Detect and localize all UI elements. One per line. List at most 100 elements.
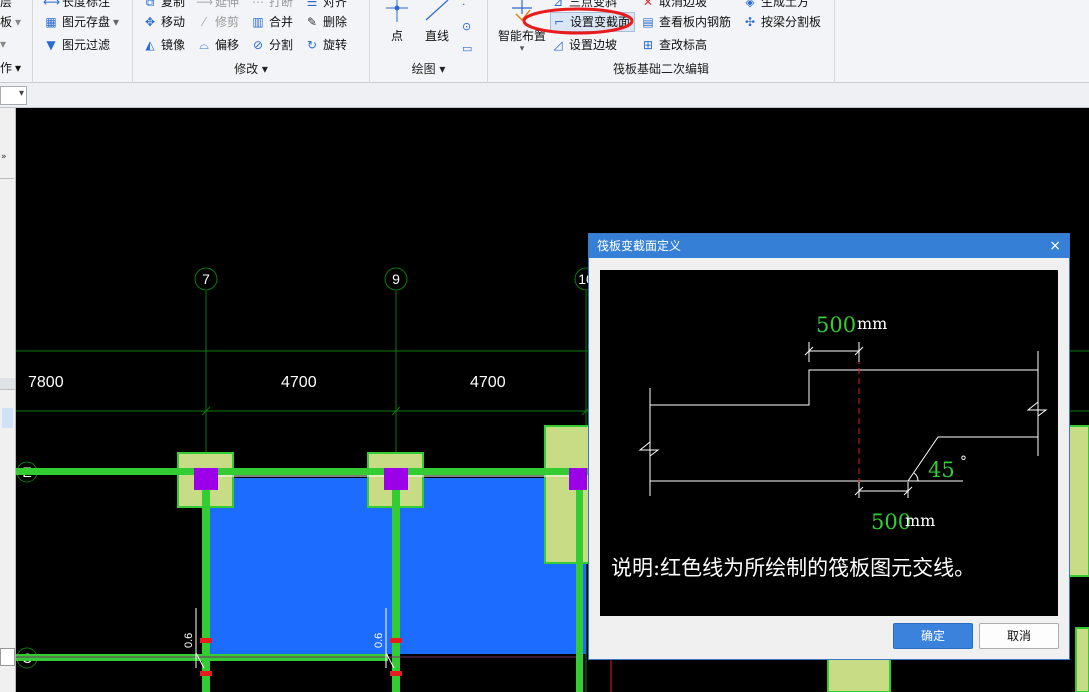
break-symbol-left (638, 441, 660, 457)
layer-combo[interactable]: ▾ (0, 86, 27, 105)
beam-7[interactable] (202, 473, 210, 692)
break-symbol-right (1026, 401, 1048, 417)
chevron-down-icon: ▾ (0, 37, 7, 51)
slab-top-edge (650, 369, 1038, 406)
cancel-slope-icon: ✕ (642, 0, 654, 9)
mirror-icon: ◭ (145, 38, 155, 52)
top-offset-value: 500 (816, 313, 856, 337)
ribbon-group-elements: ⟷ 长度标注 ▦ 图元存盘 ▾ ▼ 图元过滤 (33, 0, 133, 83)
chevron-down-icon: ▾ (15, 61, 22, 75)
raft-group-label: 筏板基础二次编辑 (612, 62, 709, 76)
small-dim-a: 0.6 (183, 633, 195, 648)
beam-E[interactable] (16, 468, 596, 475)
left-panel-strip: » (0, 108, 16, 692)
slope-angle-value: 45 (928, 458, 955, 482)
move-button[interactable]: ✥ 移动 (142, 12, 185, 32)
circle-tool-icon[interactable]: ⊙ (462, 16, 482, 38)
ribbon-group-partial-label[interactable]: 作 ▾ (0, 58, 21, 78)
ribbon-group-raft: 智能布置 ▾ ⊿ 三点变斜 ⌐ 设置变截面 ◿ 设置边坡 ✕ 取消边坡 ▤ 查看板内钢筋 … (488, 0, 835, 83)
move-icon: ✥ (144, 15, 156, 29)
draw-group-label[interactable]: 绘图 ▾ (370, 60, 487, 77)
copy-button[interactable]: ⧉ 复制 (142, 0, 185, 12)
dialog-titlebar[interactable]: 筏板变截面定义 × (589, 234, 1069, 258)
dialog-note: 说明:红色线为所绘制的筏板图元交线。 (611, 556, 975, 580)
length-dim-button[interactable]: ⟷ 长度标注 (43, 0, 110, 12)
chevron-down-icon: ▾ (15, 15, 22, 29)
chevron-down-icon: ▾ (113, 15, 120, 29)
disk-icon: ▦ (45, 15, 57, 29)
merge-icon: ▥ (252, 15, 264, 29)
mirror-button[interactable]: ◭ 镜像 (142, 35, 185, 55)
top-offset-unit: mm (857, 314, 887, 333)
split-by-beam-button[interactable]: ✣ 按梁分割板 (742, 12, 821, 32)
rotate-icon: ↻ (306, 38, 318, 52)
align-button[interactable]: ☰ 对齐 (304, 0, 347, 12)
section-figure: 500 mm 500 mm 45 ° 说明:红色线为所绘制的筏板图元交线。 (611, 313, 1048, 580)
extend-icon: ⟶ (196, 0, 214, 9)
edge-slope-icon: ◿ (553, 38, 563, 52)
ribbon: 层 板 ▾ ▾ 作 ▾ ⟷ 长度标注 ▦ 图元存盘 ▾ ▼ 图元过滤 ⧉ 复制 ✥ 移动 ◭ 镜像… (0, 0, 1089, 83)
edit-elevation-button[interactable]: ⊞ 查改标高 (640, 35, 707, 55)
elevation-icon: ⊞ (642, 38, 654, 52)
highlight-ellipse (522, 7, 634, 35)
column-7E[interactable] (194, 468, 218, 490)
set-edge-slope-button[interactable]: ◿ 设置边坡 (550, 35, 617, 55)
small-dim-b: 0.6 (373, 633, 385, 648)
trim-icon: ⁄ (202, 15, 205, 29)
column-10E[interactable] (569, 468, 587, 490)
offset-button[interactable]: ⌓ 偏移 (196, 35, 239, 55)
save-element-button[interactable]: ▦ 图元存盘 ▾ (43, 12, 119, 32)
rotate-button[interactable]: ↻ 旋转 (304, 35, 347, 55)
ok-button[interactable]: 确定 (893, 623, 973, 649)
variable-section-dialog: 筏板变截面定义 × 500 mm 500 mm 45 ° 说明:红色线为所绘制的… (588, 233, 1070, 660)
break-icon: ⋯ (252, 0, 264, 9)
axis-label-9: 9 (392, 271, 400, 287)
chevron-down-icon: ▾ (261, 62, 268, 76)
extend-button[interactable]: ⟶ 延伸 (196, 0, 239, 12)
chevron-down-icon: ▾ (18, 88, 24, 99)
modify-group-label[interactable]: 修改 ▾ (133, 60, 369, 77)
eraser-icon: ✎ (306, 15, 318, 29)
dim-text-7800: 7800 (28, 374, 64, 391)
ribbon-item-partial-arrow[interactable]: ▾ (0, 34, 6, 54)
rectangle-tool-icon[interactable]: ▭ (462, 38, 482, 60)
split-by-beam-icon: ✣ (744, 15, 756, 29)
ribbon-group-draw: 点 直线 · ⊙ ▭ 绘图 ▾ (370, 0, 488, 83)
ribbon-item-partial-top[interactable]: 层 (0, 0, 12, 12)
dot-tool-icon[interactable]: · (462, 0, 482, 16)
draw-line-button[interactable]: 直线 (420, 0, 454, 44)
cancel-edge-slope-button[interactable]: ✕ 取消边坡 (640, 0, 707, 12)
rebar-icon: ▤ (642, 15, 654, 29)
copy-icon: ⧉ (145, 0, 155, 9)
pedestal-bottom-right[interactable] (1075, 627, 1089, 692)
cancel-button[interactable]: 取消 (979, 623, 1059, 649)
dialog-title: 筏板变截面定义 (597, 239, 682, 253)
beam-9[interactable] (392, 473, 400, 692)
bottom-offset-unit: mm (905, 511, 935, 530)
break-button[interactable]: ⋯ 打断 (250, 0, 293, 12)
dim-text-4700-b: 4700 (470, 374, 506, 391)
dimension-icon: ⟷ (43, 0, 61, 9)
split-icon: ⊘ (252, 38, 264, 52)
merge-button[interactable]: ▥ 合并 (250, 12, 293, 32)
axis-label-7: 7 (202, 271, 210, 287)
expand-icon[interactable]: » (1, 152, 7, 162)
column-9E[interactable] (384, 468, 408, 490)
beam-10[interactable] (576, 473, 583, 692)
left-panel-input[interactable] (0, 648, 15, 666)
split-button[interactable]: ⊘ 分割 (250, 35, 293, 55)
ribbon-item-partial-mid[interactable]: 板 ▾ (0, 12, 21, 32)
view-rebar-button[interactable]: ▤ 查看板内钢筋 (640, 12, 731, 32)
element-filter-button[interactable]: ▼ 图元过滤 (43, 35, 110, 55)
align-icon: ☰ (306, 0, 318, 9)
line-icon (425, 0, 449, 21)
delete-button[interactable]: ✎ 删除 (304, 12, 347, 32)
sub-toolbar (0, 83, 1089, 108)
point-icon (386, 0, 408, 22)
trim-button[interactable]: ⁄ 修剪 (196, 12, 239, 32)
generate-earthwork-button[interactable]: ◈ 生成土方 (742, 0, 809, 12)
close-icon[interactable]: × (1049, 234, 1061, 258)
draw-point-button[interactable]: 点 (382, 0, 412, 44)
offset-icon: ⌓ (199, 38, 209, 52)
angle-arc (913, 472, 919, 482)
